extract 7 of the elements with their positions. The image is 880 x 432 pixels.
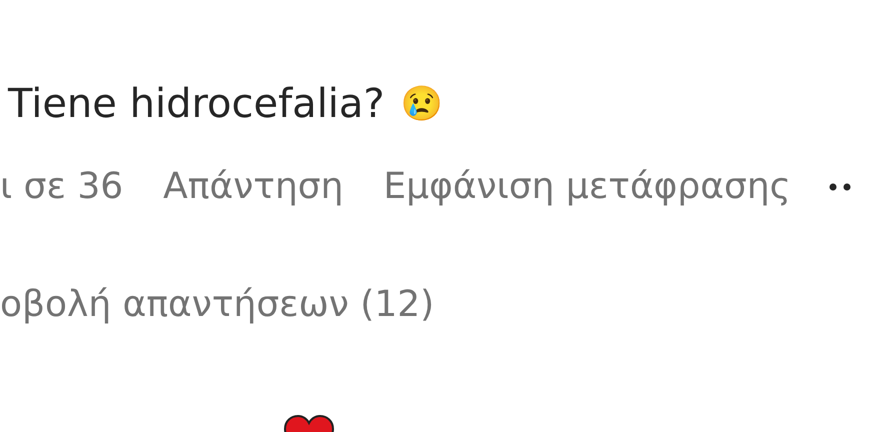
view-replies-link[interactable]: οβολή απαντήσεων (12) xyxy=(0,287,434,323)
action-link[interactable]: Εμφάνιση μετάφρασης xyxy=(383,169,791,205)
action-link[interactable]: ι σε 36 xyxy=(0,169,124,205)
action-link[interactable]: Απάντηση xyxy=(163,169,344,205)
crying-face-emoji: 😢 xyxy=(400,87,444,121)
comment-text: Tiene hidrocefalia? xyxy=(8,84,385,124)
more-icon[interactable] xyxy=(828,183,851,191)
